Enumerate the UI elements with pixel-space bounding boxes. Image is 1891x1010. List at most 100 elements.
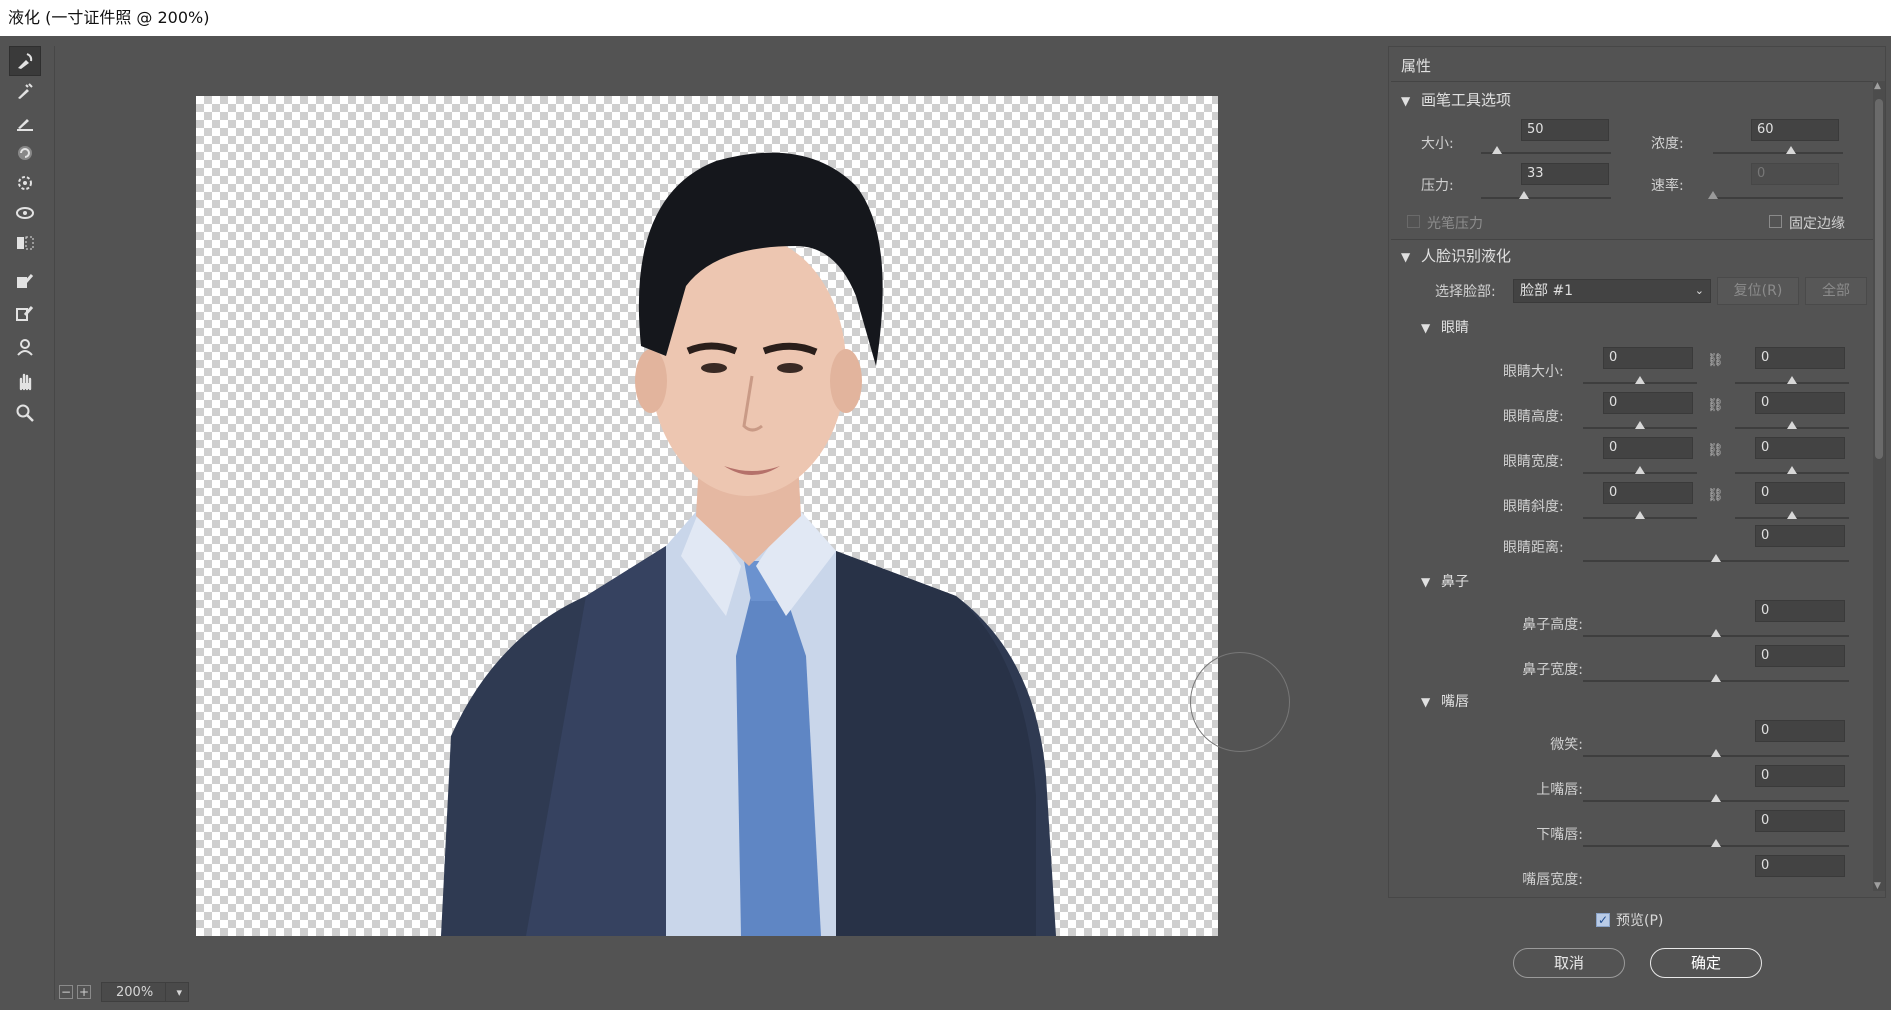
face-select[interactable]: 脸部 #1 ⌄	[1513, 279, 1711, 303]
smooth-tool-icon[interactable]	[9, 106, 41, 136]
forward-warp-tool-icon[interactable]	[9, 46, 41, 76]
eye-param-right-slider[interactable]	[1735, 511, 1849, 519]
zoom-tool-icon[interactable]	[9, 398, 41, 428]
mouth-param-slider[interactable]	[1583, 839, 1849, 847]
reconstruct-tool-icon[interactable]	[9, 76, 41, 106]
freeze-mask-tool-icon[interactable]	[9, 266, 41, 296]
slider-thumb[interactable]	[1787, 421, 1797, 429]
slider-thumb[interactable]	[1711, 839, 1721, 847]
eye-param-left-field[interactable]: 0	[1603, 482, 1693, 504]
eye-param-right-field[interactable]: 0	[1755, 347, 1845, 369]
mouth-param-field[interactable]: 0	[1755, 855, 1845, 877]
mouth-param-slider[interactable]	[1583, 749, 1849, 757]
tool-panel	[0, 36, 50, 1010]
preview-checkbox[interactable]: ✓	[1596, 913, 1610, 927]
link-icon[interactable]: ⛓	[1707, 443, 1724, 458]
eye-param-right-slider[interactable]	[1735, 466, 1849, 474]
pressure-slider[interactable]	[1481, 191, 1611, 199]
rate-field: 0	[1751, 163, 1839, 185]
eye-distance-slider[interactable]	[1583, 554, 1849, 562]
eye-param-left-slider[interactable]	[1583, 511, 1697, 519]
scroll-down-icon[interactable]: ▼	[1874, 881, 1881, 891]
eye-distance-slider-thumb[interactable]	[1711, 554, 1721, 562]
nose-param-field[interactable]: 0	[1755, 645, 1845, 667]
slider-thumb[interactable]	[1711, 674, 1721, 682]
nose-param-label: 鼻子高度:	[1522, 617, 1583, 633]
hand-tool-icon[interactable]	[9, 366, 41, 396]
eye-param-left-slider[interactable]	[1583, 376, 1697, 384]
density-slider-thumb[interactable]	[1786, 146, 1796, 154]
pin-edges-checkbox[interactable]	[1769, 215, 1782, 228]
thaw-mask-tool-icon[interactable]	[9, 298, 41, 328]
nose-param-slider[interactable]	[1583, 674, 1849, 682]
slider-thumb[interactable]	[1787, 376, 1797, 384]
nose-param-field[interactable]: 0	[1755, 600, 1845, 622]
slider-thumb[interactable]	[1635, 511, 1645, 519]
slider-thumb[interactable]	[1711, 629, 1721, 637]
size-slider[interactable]	[1481, 146, 1611, 154]
twirl-tool-icon[interactable]	[9, 138, 41, 168]
mouth-param-field[interactable]: 0	[1755, 720, 1845, 742]
ok-button[interactable]: 确定	[1650, 948, 1762, 978]
eye-param-left-field[interactable]: 0	[1603, 347, 1693, 369]
scroll-up-icon[interactable]: ▲	[1874, 81, 1881, 91]
face-tool-icon[interactable]	[9, 332, 41, 362]
mouth-param-field[interactable]: 0	[1755, 810, 1845, 832]
link-icon[interactable]: ⛓	[1707, 353, 1724, 368]
eyes-section-header[interactable]: ▼ 眼睛	[1421, 317, 1469, 337]
eye-param-left-slider[interactable]	[1583, 466, 1697, 474]
all-button[interactable]: 全部	[1805, 277, 1867, 305]
density-slider[interactable]	[1713, 146, 1843, 154]
density-field[interactable]: 60	[1751, 119, 1839, 141]
slider-thumb[interactable]	[1635, 466, 1645, 474]
slider-thumb[interactable]	[1787, 511, 1797, 519]
pressure-field[interactable]: 33	[1521, 163, 1609, 185]
zoom-out-button[interactable]: −	[59, 985, 73, 999]
bloat-tool-icon[interactable]	[9, 198, 41, 228]
size-field[interactable]: 50	[1521, 119, 1609, 141]
eye-param-left-field[interactable]: 0	[1603, 392, 1693, 414]
reset-button[interactable]: 复位(R)	[1717, 277, 1799, 305]
nose-section-header[interactable]: ▼ 鼻子	[1421, 571, 1469, 591]
nose-param-slider[interactable]	[1583, 629, 1849, 637]
eye-param-right-field[interactable]: 0	[1755, 437, 1845, 459]
document-image[interactable]	[196, 96, 1218, 936]
slider-thumb[interactable]	[1635, 421, 1645, 429]
preview-toggle[interactable]: ✓ 预览(P)	[1596, 910, 1663, 930]
eye-param-label: 眼睛大小:	[1503, 364, 1564, 380]
panel-title: 属性	[1401, 57, 1432, 75]
eye-param-right-field[interactable]: 0	[1755, 392, 1845, 414]
canvas-area[interactable]: − + 200% ▾	[54, 46, 1380, 1002]
eye-distance-field[interactable]: 0	[1755, 525, 1845, 547]
eye-param-right-slider[interactable]	[1735, 421, 1849, 429]
pucker-tool-icon[interactable]	[9, 168, 41, 198]
mouth-section-header[interactable]: ▼ 嘴唇	[1421, 691, 1469, 711]
pressure-slider-thumb[interactable]	[1518, 191, 1529, 199]
eye-param-left-field[interactable]: 0	[1603, 437, 1693, 459]
mouth-param-slider[interactable]	[1583, 794, 1849, 802]
slider-thumb[interactable]	[1787, 466, 1797, 474]
eye-param-left-slider[interactable]	[1583, 421, 1697, 429]
zoom-select[interactable]: 200% ▾	[101, 982, 189, 1002]
eye-param-right-field[interactable]: 0	[1755, 482, 1845, 504]
mouth-param-field[interactable]: 0	[1755, 765, 1845, 787]
brush-cursor-circle	[1190, 652, 1290, 752]
slider-thumb[interactable]	[1711, 794, 1721, 802]
brush-section-header[interactable]: ▼ 画笔工具选项	[1401, 89, 1511, 110]
slider-thumb[interactable]	[1635, 376, 1645, 384]
slider-thumb[interactable]	[1711, 749, 1721, 757]
scrollbar-thumb[interactable]	[1875, 99, 1883, 459]
size-slider-thumb[interactable]	[1491, 146, 1502, 154]
link-icon[interactable]: ⛓	[1707, 398, 1724, 413]
panel-scrollbar[interactable]: ▲ ▼	[1873, 81, 1885, 891]
face-section-header[interactable]: ▼ 人脸识别液化	[1401, 245, 1511, 266]
brush-section-title: 画笔工具选项	[1421, 91, 1512, 109]
triangle-down-icon: ▼	[1421, 321, 1431, 335]
cancel-button[interactable]: 取消	[1513, 948, 1625, 978]
rate-slider	[1708, 191, 1843, 199]
zoom-in-button[interactable]: +	[77, 985, 91, 999]
link-icon[interactable]: ⛓	[1707, 488, 1724, 503]
eye-param-right-slider[interactable]	[1735, 376, 1849, 384]
push-left-tool-icon[interactable]	[9, 228, 41, 258]
mouth-section-title: 嘴唇	[1441, 694, 1469, 710]
